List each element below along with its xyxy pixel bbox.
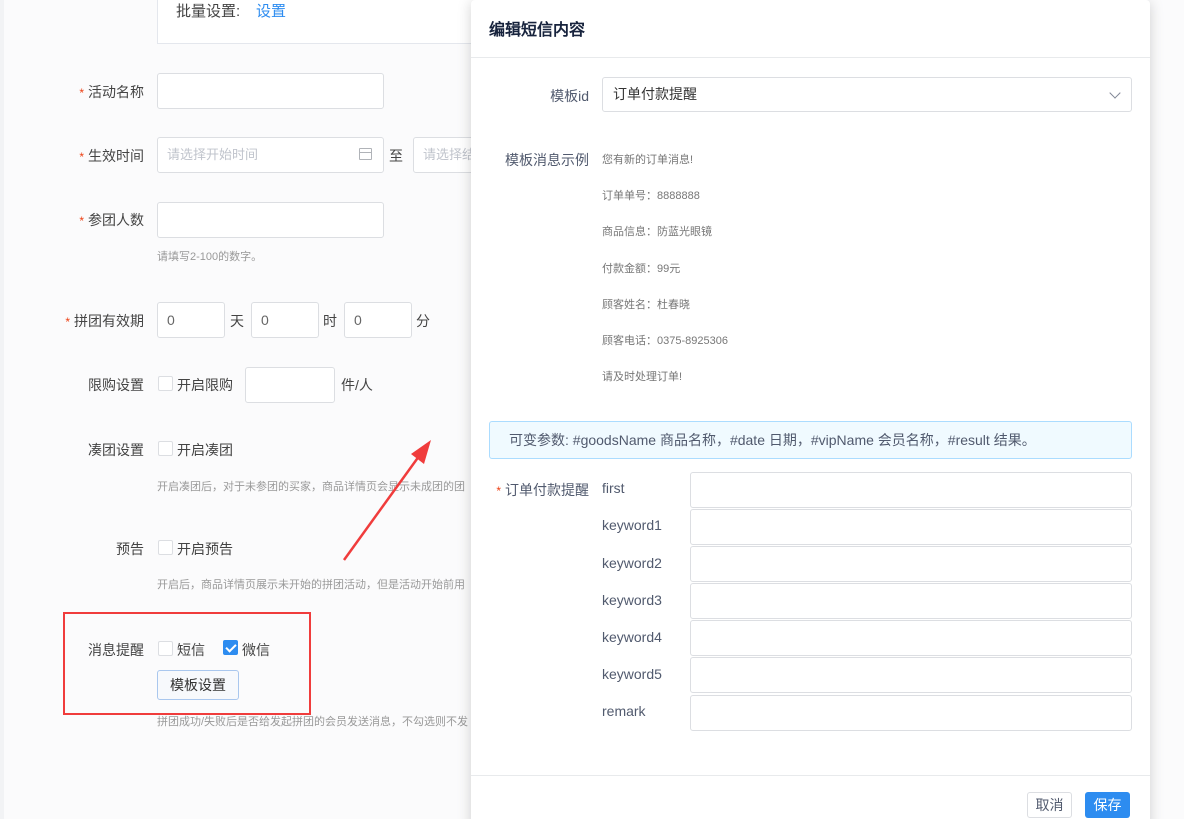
field-key-keyword5: keyword5 [602, 666, 662, 682]
preview-checkbox-label: 开启预告 [177, 541, 233, 557]
minutes-unit: 分 [416, 313, 430, 329]
calendar-icon[interactable] [359, 148, 372, 160]
chevron-down-icon [1109, 87, 1121, 99]
validity-minutes-input[interactable]: 0 [344, 302, 412, 338]
template-id-select[interactable]: 订单付款提醒 [602, 77, 1132, 112]
purchase-limit-checkbox[interactable] [158, 376, 173, 391]
valid-time-label: * 生效时间 [79, 148, 144, 164]
annotation-arrow [342, 440, 431, 561]
field-input-remark[interactable] [690, 695, 1132, 731]
example-line: 订单单号：8888888 [602, 190, 700, 202]
valid-time-separator: 至 [389, 148, 403, 164]
example-line: 顾客电话：0375-8925306 [602, 335, 728, 347]
field-key-keyword4: keyword4 [602, 629, 662, 645]
field-input-keyword3[interactable] [690, 583, 1132, 619]
modal-title: 编辑短信内容 [471, 0, 1150, 58]
start-time-input[interactable]: 请选择开始时间 [157, 137, 384, 173]
group-size-input[interactable] [157, 202, 384, 238]
validity-hours-input[interactable]: 0 [251, 302, 319, 338]
save-button[interactable]: 保存 [1085, 792, 1130, 818]
fill-group-checkbox-label: 开启凑团 [177, 442, 233, 458]
field-input-keyword5[interactable] [690, 657, 1132, 693]
fields-label: * 订单付款提醒 [496, 482, 589, 498]
notification-hint: 拼团成功/失败后是否给发起拼团的会员发送消息，不勾选则不发 [157, 716, 469, 728]
fill-group-checkbox[interactable] [158, 441, 173, 456]
purchase-limit-unit: 件/人 [341, 377, 373, 393]
group-validity-label: * 拼团有效期 [65, 313, 144, 329]
validity-days-input[interactable]: 0 [157, 302, 225, 338]
group-size-label: * 参团人数 [79, 212, 144, 228]
example-line: 顾客姓名：杜春晓 [602, 299, 690, 311]
group-size-hint: 请填写2-100的数字。 [157, 251, 263, 263]
field-key-first: first [602, 480, 625, 496]
end-time-placeholder: 请选择结 [423, 147, 476, 162]
example-line: 请及时处理订单! [602, 371, 683, 383]
field-key-keyword1: keyword1 [602, 517, 662, 533]
template-id-label: 模板id [550, 88, 589, 104]
activity-name-label: * 活动名称 [79, 84, 144, 100]
example-line: 您有新的订单消息! [602, 154, 694, 166]
preview-hint: 开启后，商品详情页展示未开始的拼团活动，但是活动开始前用 [157, 579, 465, 591]
variables-info-alert: 可变参数: #goodsName 商品名称，#date 日期，#vipName … [489, 421, 1132, 459]
field-input-keyword1[interactable] [690, 509, 1132, 545]
field-input-keyword2[interactable] [690, 546, 1132, 582]
bulk-settings-label: 批量设置: [176, 3, 241, 20]
field-key-keyword3: keyword3 [602, 592, 662, 608]
field-key-remark: remark [602, 703, 646, 719]
fill-group-label: 凑团设置 [88, 442, 144, 458]
purchase-limit-input[interactable] [245, 367, 335, 403]
field-key-keyword2: keyword2 [602, 555, 662, 571]
purchase-limit-label: 限购设置 [88, 377, 144, 393]
days-unit: 天 [230, 313, 244, 329]
preview-label: 预告 [116, 541, 144, 557]
edit-sms-modal: 编辑短信内容 模板id 订单付款提醒 模板消息示例 您有新的订单消息! 订单单号… [471, 0, 1150, 819]
purchase-limit-checkbox-label: 开启限购 [177, 377, 233, 393]
example-line: 商品信息：防蓝光眼镜 [602, 226, 712, 238]
activity-name-input[interactable] [157, 73, 384, 109]
start-time-placeholder: 请选择开始时间 [167, 147, 259, 162]
example-line: 付款金额：99元 [602, 263, 681, 275]
field-input-keyword4[interactable] [690, 620, 1132, 656]
bulk-settings-link[interactable]: 设置 [256, 0, 286, 21]
annotation-highlight-box [63, 612, 311, 715]
field-input-first[interactable] [690, 472, 1132, 508]
template-id-selected: 订单付款提醒 [613, 86, 697, 102]
preview-checkbox[interactable] [158, 540, 173, 555]
template-example-label: 模板消息示例 [505, 152, 589, 168]
hours-unit: 时 [323, 313, 337, 329]
cancel-button[interactable]: 取消 [1027, 792, 1072, 818]
